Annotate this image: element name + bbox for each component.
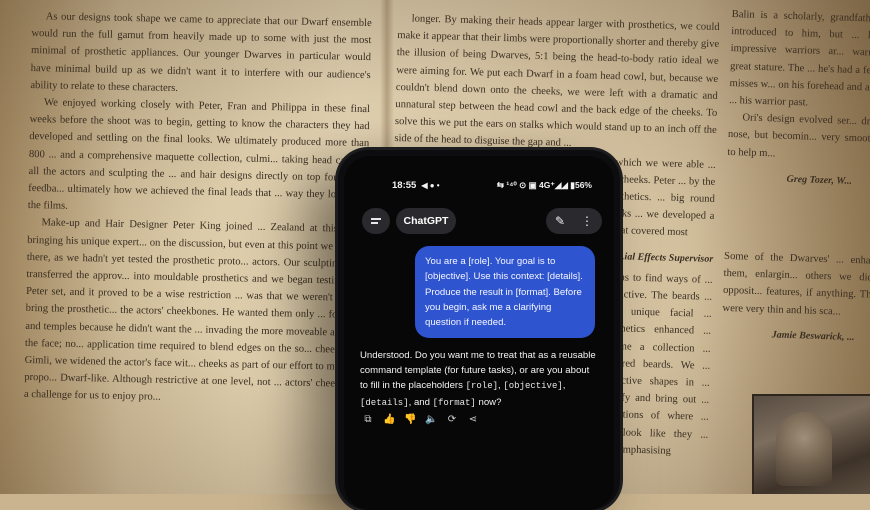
book-paragraph: Some of the Dwarves' ... enhancing them,… — [722, 250, 870, 318]
status-bar: 18:55 ◀ ● • ⇆ ¹⁴⁰ ⊙ ▣ 4G⁺◢◢ ▮56% — [392, 178, 592, 192]
book-paragraph: longer. By making their heads appear lar… — [394, 13, 720, 150]
user-message-bubble: You are a [role]. Your goal is to [objec… — [415, 246, 595, 339]
book-left-column: As our designs took shape we came to app… — [24, 8, 372, 411]
copy-icon[interactable]: ⧉ — [362, 414, 374, 425]
smartphone: 18:55 ◀ ● • ⇆ ¹⁴⁰ ⊙ ▣ 4G⁺◢◢ ▮56% ChatGPT… — [338, 150, 620, 510]
more-options-icon[interactable]: ⋮ — [581, 215, 593, 227]
book-photo-dwarf-statue — [752, 394, 870, 494]
inline-code: [format] — [432, 397, 476, 408]
book-paragraph: We enjoyed working closely with Peter, F… — [27, 97, 371, 213]
regenerate-icon[interactable]: ⟳ — [446, 414, 458, 425]
book-right-column: Balin is a scholarly, grandfath... first… — [721, 6, 870, 351]
read-aloud-icon[interactable]: 🔈 — [425, 414, 437, 425]
assistant-text: , — [562, 380, 566, 392]
assistant-message: Understood. Do you want me to treat that… — [360, 348, 596, 411]
thumbs-down-icon[interactable]: 👎 — [404, 414, 416, 425]
menu-button[interactable] — [362, 208, 390, 234]
book-paragraph: Ori's design evolved ser... dramatic nos… — [727, 112, 870, 160]
top-actions-pill: ✎ ⋮ — [546, 208, 602, 234]
model-selector-button[interactable]: ChatGPT — [396, 208, 456, 234]
status-indicators: ⇆ ¹⁴⁰ ⊙ ▣ 4G⁺◢◢ ▮56% — [496, 179, 592, 190]
phone-screen: 18:55 ◀ ● • ⇆ ¹⁴⁰ ⊙ ▣ 4G⁺◢◢ ▮56% ChatGPT… — [344, 156, 614, 510]
inline-code: [details] — [360, 397, 409, 408]
assistant-text: , and — [408, 396, 433, 408]
inline-code: [role] — [465, 381, 498, 392]
inline-code: [objective] — [503, 381, 563, 392]
book-paragraph: Balin is a scholarly, grandfath... first… — [728, 8, 870, 109]
message-action-bar: ⧉ 👍 👎 🔈 ⟳ ⋖ — [362, 414, 479, 425]
book-signature: Jamie Beswarick, ... — [771, 329, 855, 343]
app-top-bar: ChatGPT ✎ ⋮ — [356, 206, 602, 234]
thumbs-up-icon[interactable]: 👍 — [383, 414, 395, 425]
book-signature: Greg Tozer, W... — [786, 173, 853, 187]
assistant-text: now? — [475, 396, 502, 408]
new-chat-edit-icon[interactable]: ✎ — [555, 215, 565, 227]
share-icon[interactable]: ⋖ — [467, 414, 479, 425]
menu-icon — [371, 216, 381, 226]
notification-icons: ◀ ● • — [421, 180, 440, 190]
book-paragraph: Make-up and Hair Designer Peter King joi… — [23, 217, 368, 404]
status-time: 18:55 — [392, 179, 417, 191]
book-paragraph: As our designs took shape we came to app… — [30, 11, 372, 94]
